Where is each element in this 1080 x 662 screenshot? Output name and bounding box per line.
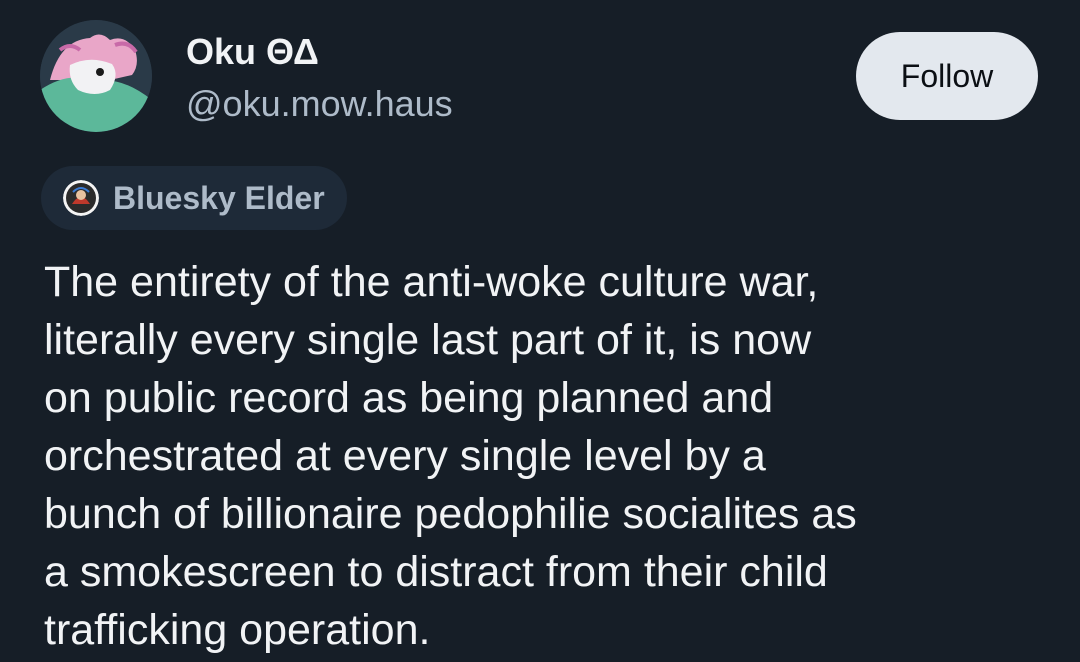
post-text-line: a smokescreen to distract from their chi… — [44, 548, 828, 596]
avatar[interactable] — [40, 20, 152, 132]
follow-button[interactable]: Follow — [856, 32, 1038, 120]
badge-avatar-icon — [63, 180, 99, 216]
avatar-image — [40, 20, 152, 132]
post-text-line: literally every single last part of it, … — [44, 316, 812, 364]
post-text: The entirety of the anti-woke culture wa… — [44, 253, 1054, 659]
post-text-line: The entirety of the anti-woke culture wa… — [44, 258, 819, 306]
display-name[interactable]: Oku ΘΔ — [186, 30, 319, 74]
post-text-line: trafficking operation. — [44, 606, 431, 654]
badge-label: Bluesky Elder — [113, 179, 325, 216]
post-card: Oku ΘΔ @oku.mow.haus Follow Bluesky Elde… — [0, 0, 1080, 662]
post-text-line: orchestrated at every single level by a — [44, 432, 766, 480]
post-text-line: on public record as being planned and — [44, 374, 774, 422]
post-text-line: bunch of billionaire pedophilie socialit… — [44, 490, 857, 538]
verification-badge[interactable]: Bluesky Elder — [41, 166, 347, 230]
user-handle[interactable]: @oku.mow.haus — [186, 82, 453, 126]
